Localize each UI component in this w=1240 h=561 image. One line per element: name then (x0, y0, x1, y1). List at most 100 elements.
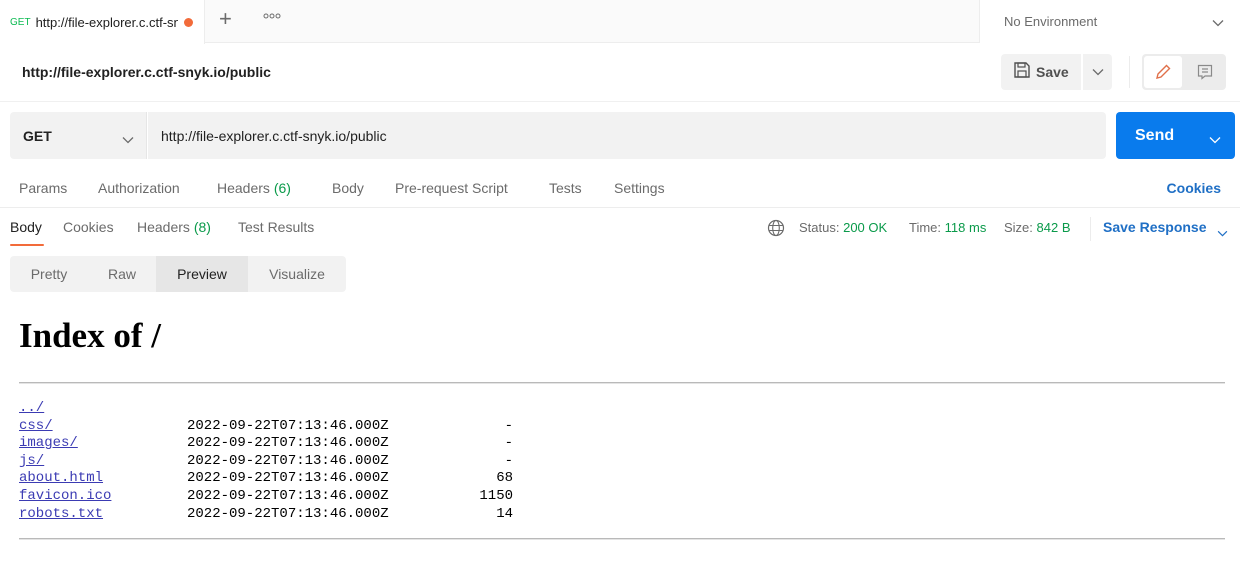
tab-label: Authorization (98, 180, 180, 196)
view-raw-button[interactable]: Raw (88, 256, 156, 292)
http-method-label: GET (23, 127, 52, 144)
request-title[interactable]: http://file-explorer.c.ctf-snyk.io/publi… (22, 64, 271, 80)
view-preview-button[interactable]: Preview (156, 256, 248, 292)
tab-response-headers[interactable]: Headers (8) (137, 219, 211, 235)
tab-params[interactable]: Params (19, 180, 67, 196)
file-link[interactable]: ../ (19, 400, 44, 418)
tab-headers[interactable]: Headers (6) (217, 180, 291, 196)
view-label: Preview (177, 266, 227, 282)
file-link[interactable]: favicon.ico (19, 488, 111, 506)
tab-label: Tests (549, 180, 582, 196)
file-link[interactable]: images/ (19, 435, 78, 453)
http-method-select[interactable]: GET (10, 112, 147, 159)
tab-response-body[interactable]: Body (10, 219, 42, 235)
tab-method-badge: GET (10, 16, 31, 28)
save-options-button[interactable] (1083, 54, 1112, 90)
cookies-link[interactable]: Cookies (1167, 180, 1221, 196)
view-label: Pretty (30, 266, 68, 282)
file-modified-date: 2022-09-22T07:13:46.000Z (187, 435, 389, 452)
status-readout: Status: 200 OK (799, 220, 887, 235)
view-label: Raw (107, 266, 136, 282)
file-link[interactable]: robots.txt (19, 506, 103, 524)
chevron-down-icon (1212, 14, 1224, 32)
file-modified-date: 2022-09-22T07:13:46.000Z (187, 470, 389, 487)
chevron-down-icon[interactable] (1209, 131, 1221, 149)
time-value[interactable]: 118 ms (945, 220, 987, 235)
file-modified-date: 2022-09-22T07:13:46.000Z (187, 487, 389, 504)
globe-icon[interactable] (767, 219, 785, 242)
tab-label: Body (332, 180, 364, 196)
more-horizontal-icon[interactable] (263, 12, 281, 22)
editor-mode-toggle (1142, 54, 1226, 90)
unsaved-dot-icon (183, 17, 193, 27)
tab-pre-request-script[interactable]: Pre-request Script (395, 180, 508, 196)
tab-authorization[interactable]: Authorization (98, 180, 180, 196)
tab-response-cookies[interactable]: Cookies (63, 219, 114, 235)
tab-label: Test Results (238, 219, 315, 235)
preview-heading: Index of / (19, 316, 161, 355)
tab-label: Body (10, 219, 42, 235)
view-visualize-button[interactable]: Visualize (248, 256, 346, 292)
environment-selector[interactable]: No Environment (979, 0, 1240, 43)
horizontal-rule (19, 538, 1225, 540)
file-size: - (504, 452, 513, 469)
chevron-down-icon (122, 131, 134, 149)
send-label: Send (1135, 126, 1175, 144)
tab-body[interactable]: Body (332, 180, 364, 196)
environment-label: No Environment (1004, 14, 1098, 29)
edit-mode-button[interactable] (1144, 56, 1182, 88)
send-button[interactable]: Send (1116, 112, 1235, 159)
file-size: - (504, 435, 513, 452)
tab-tests[interactable]: Tests (549, 180, 582, 196)
size-readout: Size: 842 B (1004, 220, 1071, 235)
tab-label: Cookies (63, 219, 114, 235)
pencil-icon (1156, 64, 1171, 79)
file-modified-date: 2022-09-22T07:13:46.000Z (187, 505, 389, 522)
file-size: 14 (496, 505, 513, 522)
file-size: 1150 (479, 487, 513, 504)
file-size: - (504, 417, 513, 434)
request-header: http://file-explorer.c.ctf-snyk.io/publi… (0, 44, 1240, 102)
view-label: Visualize (269, 266, 325, 282)
request-tabs: Params Authorization Headers (6) Body Pr… (0, 170, 1240, 208)
tab-label: Pre-request Script (395, 180, 508, 196)
status-value[interactable]: 200 OK (843, 220, 887, 235)
response-view-mode: Pretty Raw Preview Visualize (10, 256, 346, 292)
tab-test-results[interactable]: Test Results (238, 219, 314, 235)
file-modified-date: 2022-09-22T07:13:46.000Z (187, 452, 389, 469)
view-pretty-button[interactable]: Pretty (10, 256, 88, 292)
comment-icon (1197, 64, 1213, 80)
file-link[interactable]: js/ (19, 453, 44, 471)
url-input[interactable] (148, 112, 1106, 159)
save-response-button[interactable]: Save Response (1103, 219, 1207, 235)
tab-label: Headers (217, 180, 270, 196)
status-label: Status: (799, 220, 840, 235)
tab-label: Headers (137, 219, 190, 235)
tab-count: (6) (273, 180, 291, 196)
tab-settings[interactable]: Settings (614, 180, 665, 196)
file-link[interactable]: about.html (19, 470, 103, 488)
size-value[interactable]: 842 B (1037, 220, 1071, 235)
time-label: Time: (909, 220, 942, 235)
documentation-mode-button[interactable] (1186, 56, 1224, 88)
save-icon (1013, 61, 1031, 84)
size-label: Size: (1004, 220, 1033, 235)
time-readout: Time: 118 ms (909, 220, 986, 235)
response-tabs: Body Cookies Headers (8) Test Results St… (0, 209, 1240, 249)
tab-title: http://file-explorer.c.ctf-snyk.io/publi… (35, 14, 178, 30)
file-modified-date: 2022-09-22T07:13:46.000Z (187, 417, 389, 434)
tab-count: (8) (193, 219, 211, 235)
active-tab-indicator (10, 244, 44, 246)
chevron-down-icon (1092, 69, 1103, 76)
file-link[interactable]: css/ (19, 418, 53, 436)
divider (1129, 56, 1130, 88)
tab-label: Params (19, 180, 68, 196)
horizontal-rule (19, 382, 1225, 384)
save-button[interactable]: Save (1001, 54, 1081, 90)
request-tab[interactable]: GET http://file-explorer.c.ctf-snyk.io/p… (0, 0, 205, 44)
save-label: Save (1036, 64, 1069, 80)
chevron-down-icon[interactable] (1217, 224, 1228, 242)
divider (1090, 217, 1091, 241)
plus-icon[interactable]: + (219, 6, 232, 32)
tab-strip: GET http://file-explorer.c.ctf-snyk.io/p… (0, 0, 1240, 44)
